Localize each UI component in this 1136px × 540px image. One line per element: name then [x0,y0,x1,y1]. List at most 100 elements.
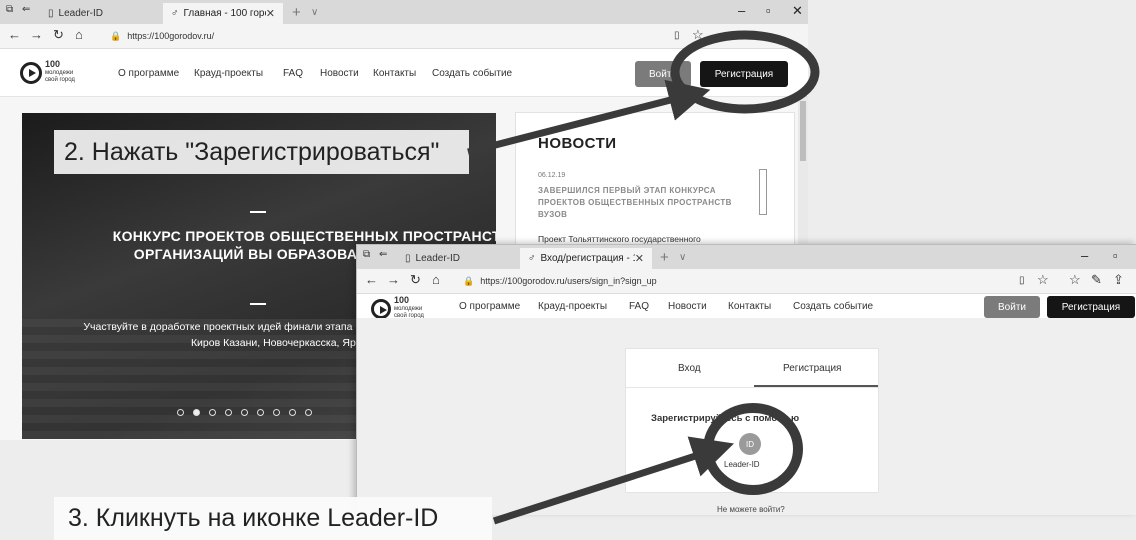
minimize-icon[interactable]: – [1081,248,1088,263]
nav-create-event[interactable]: Создать событие [432,68,512,79]
tab-register[interactable]: Регистрация [783,363,841,374]
slider-dot[interactable] [225,409,232,416]
back-tabs-icon[interactable]: ⇐ [22,4,30,15]
tab-label: Leader-ID [415,253,460,264]
slider-dot[interactable] [305,409,312,416]
register-button[interactable]: Регистрация [1047,296,1135,318]
site-header: 100 молодежи свой город О программе Крау… [0,49,808,97]
forward-icon[interactable]: → [30,27,43,42]
news-headline[interactable]: ЗАВЕРШИЛСЯ ПЕРВЫЙ ЭТАП КОНКУРСА ПРОЕКТОВ… [538,185,758,221]
auth-card: Вход Регистрация Зарегистрируйтесь с пом… [625,348,879,493]
home-icon[interactable]: ⌂ [432,272,440,287]
favorite-star-icon[interactable]: ☆ [1037,272,1049,288]
maximize-icon[interactable]: ▫ [766,3,771,18]
nav-contacts[interactable]: Контакты [728,301,771,312]
nav-contacts[interactable]: Контакты [373,68,416,79]
favorite-star-icon[interactable]: ☆ [692,27,704,43]
new-tab-icon[interactable]: + [660,249,669,266]
tab-label: Главная - 100 городск [183,8,266,19]
minimize-icon[interactable]: – [738,3,745,18]
reading-view-icon[interactable]: ▯ [1019,275,1025,286]
nav-news[interactable]: Новости [668,301,707,312]
site-header: 100 молодежи свой город О программе Крау… [357,294,1136,319]
scrollbar-thumb[interactable] [800,101,806,161]
nav-crowd[interactable]: Крауд-проекты [538,301,607,312]
tab-favicon-icon: ▯ [48,8,54,19]
site-logo[interactable]: 100 молодежи свой город [371,295,424,320]
tab-leader-id[interactable]: ▯ Leader-ID [40,3,160,24]
tab-label: Вход/регистрация - 10 [540,253,635,264]
login-button[interactable]: Войти [984,296,1040,318]
nav-faq[interactable]: FAQ [283,68,303,79]
register-button[interactable]: Регистрация [700,61,788,87]
tab-signup[interactable]: ♂ Вход/регистрация - 10 ✕ [520,248,652,269]
news-date: 06.12.19 [538,172,566,179]
logo-line1: молодежи [45,70,74,76]
slider-dot[interactable] [273,409,280,416]
tab-main-100gorodov[interactable]: ♂ Главная - 100 городск ✕ [163,3,283,24]
news-title: НОВОСТИ [538,135,617,152]
tab-favicon-icon: ♂ [171,8,179,19]
news-scrollbar[interactable] [759,169,767,215]
slider-dot-active[interactable] [193,409,200,416]
lock-icon: 🔒 [463,275,475,286]
logo-line1: молодежи [394,306,423,312]
tab-login[interactable]: Вход [678,363,701,374]
address-bar: ← → ↻ ⌂ 🔒 https://100gorodov.ru/ ▯ ☆ [0,24,808,49]
tabs-divider [626,387,878,388]
nav-crowd[interactable]: Крауд-проекты [194,68,263,79]
back-icon[interactable]: ← [365,272,378,287]
back-icon[interactable]: ← [8,27,21,42]
close-window-icon[interactable]: ✕ [792,3,803,19]
back-tabs-icon[interactable]: ⇐ [379,249,387,260]
url-field[interactable]: 🔒 https://100gorodov.ru/ [110,28,670,44]
tab-bar: ⧉ ⇐ ▯ Leader-ID ♂ Главная - 100 городск … [0,0,808,24]
slider-dot[interactable] [289,409,296,416]
tab-label: Leader-ID [58,8,103,19]
lock-icon: 🔒 [110,30,122,41]
register-with-label: Зарегистрируйтесь с помощью [651,413,800,424]
step2-callout: 2. Нажать "Зарегистрироваться" [54,130,469,174]
home-icon[interactable]: ⌂ [75,27,83,42]
tab-favicon-icon: ♂ [528,253,536,264]
nav-news[interactable]: Новости [320,68,359,79]
pen-icon[interactable]: ✎ [1091,272,1102,288]
new-tab-icon[interactable]: + [292,4,301,21]
maximize-icon[interactable]: ▫ [1113,248,1118,263]
refresh-icon[interactable]: ↻ [410,272,421,288]
cant-login-link[interactable]: Не можете войти? [717,505,785,514]
play-logo-icon [371,298,391,319]
nav-about[interactable]: О программе [118,68,179,79]
url-field[interactable]: 🔒 https://100gorodov.ru/users/sign_in?si… [463,273,1003,289]
tab-leader-id[interactable]: ▯ Leader-ID [397,248,517,269]
slider-dot[interactable] [177,409,184,416]
tab-bar: ⧉ ⇐ ▯ Leader-ID ♂ Вход/регистрация - 10 … [357,245,1136,269]
site-logo[interactable]: 100 молодежи свой город [20,60,75,84]
login-button[interactable]: Войти [635,61,691,87]
play-logo-icon [20,61,42,84]
logo-number: 100 [394,295,410,305]
refresh-icon[interactable]: ↻ [53,27,64,43]
reading-view-icon[interactable]: ▯ [674,30,680,41]
tab-actions-icon[interactable]: ⧉ [6,4,13,15]
browser-window-signup: ⧉ ⇐ ▯ Leader-ID ♂ Вход/регистрация - 10 … [356,244,1136,515]
slider-dot[interactable] [257,409,264,416]
forward-icon[interactable]: → [387,272,400,287]
active-tab-indicator [754,385,878,387]
url-text: https://100gorodov.ru/users/sign_in?sign… [480,276,657,286]
leader-id-label[interactable]: Leader-ID [724,460,760,469]
leader-id-icon[interactable]: ID [739,433,761,455]
slider-dot[interactable] [209,409,216,416]
favorites-hub-icon[interactable]: ☆ [1069,272,1081,288]
tab-actions-icon[interactable]: ⧉ [363,249,370,260]
nav-faq[interactable]: FAQ [629,301,649,312]
nav-create-event[interactable]: Создать событие [793,301,873,312]
chevron-down-icon[interactable]: ∨ [311,7,318,18]
share-icon[interactable]: ⇪ [1113,272,1124,288]
slider-dots [177,409,312,416]
close-tab-icon[interactable]: ✕ [635,252,644,265]
close-tab-icon[interactable]: ✕ [266,7,275,20]
chevron-down-icon[interactable]: ∨ [679,252,686,263]
nav-about[interactable]: О программе [459,301,520,312]
slider-dot[interactable] [241,409,248,416]
